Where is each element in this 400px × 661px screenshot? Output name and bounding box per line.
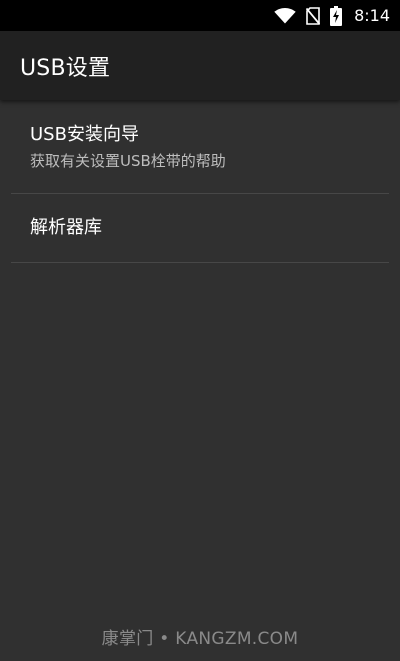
screen: 8:14 USB设置 USB安装向导 获取有关设置USB栓带的帮助 解析器库 康… — [0, 0, 400, 661]
app-bar: USB设置 — [0, 31, 400, 100]
usb-setup-wizard-item[interactable]: USB安装向导 获取有关设置USB栓带的帮助 — [11, 100, 389, 194]
status-bar: 8:14 — [0, 0, 400, 31]
pref-title: 解析器库 — [30, 217, 102, 238]
settings-list: USB安装向导 获取有关设置USB栓带的帮助 解析器库 — [0, 100, 400, 263]
pref-summary: 获取有关设置USB栓带的帮助 — [30, 151, 226, 170]
no-sim-icon — [306, 6, 321, 25]
battery-charging-icon — [330, 5, 343, 26]
watermark: 康掌门 • KANGZM.COM — [101, 629, 299, 649]
page-title: USB设置 — [20, 55, 111, 81]
wifi-icon — [274, 7, 296, 24]
pref-title: USB安装向导 — [30, 123, 139, 145]
status-icons: 8:14 — [274, 5, 390, 26]
parser-library-item[interactable]: 解析器库 — [11, 194, 389, 263]
status-time: 8:14 — [354, 6, 390, 25]
